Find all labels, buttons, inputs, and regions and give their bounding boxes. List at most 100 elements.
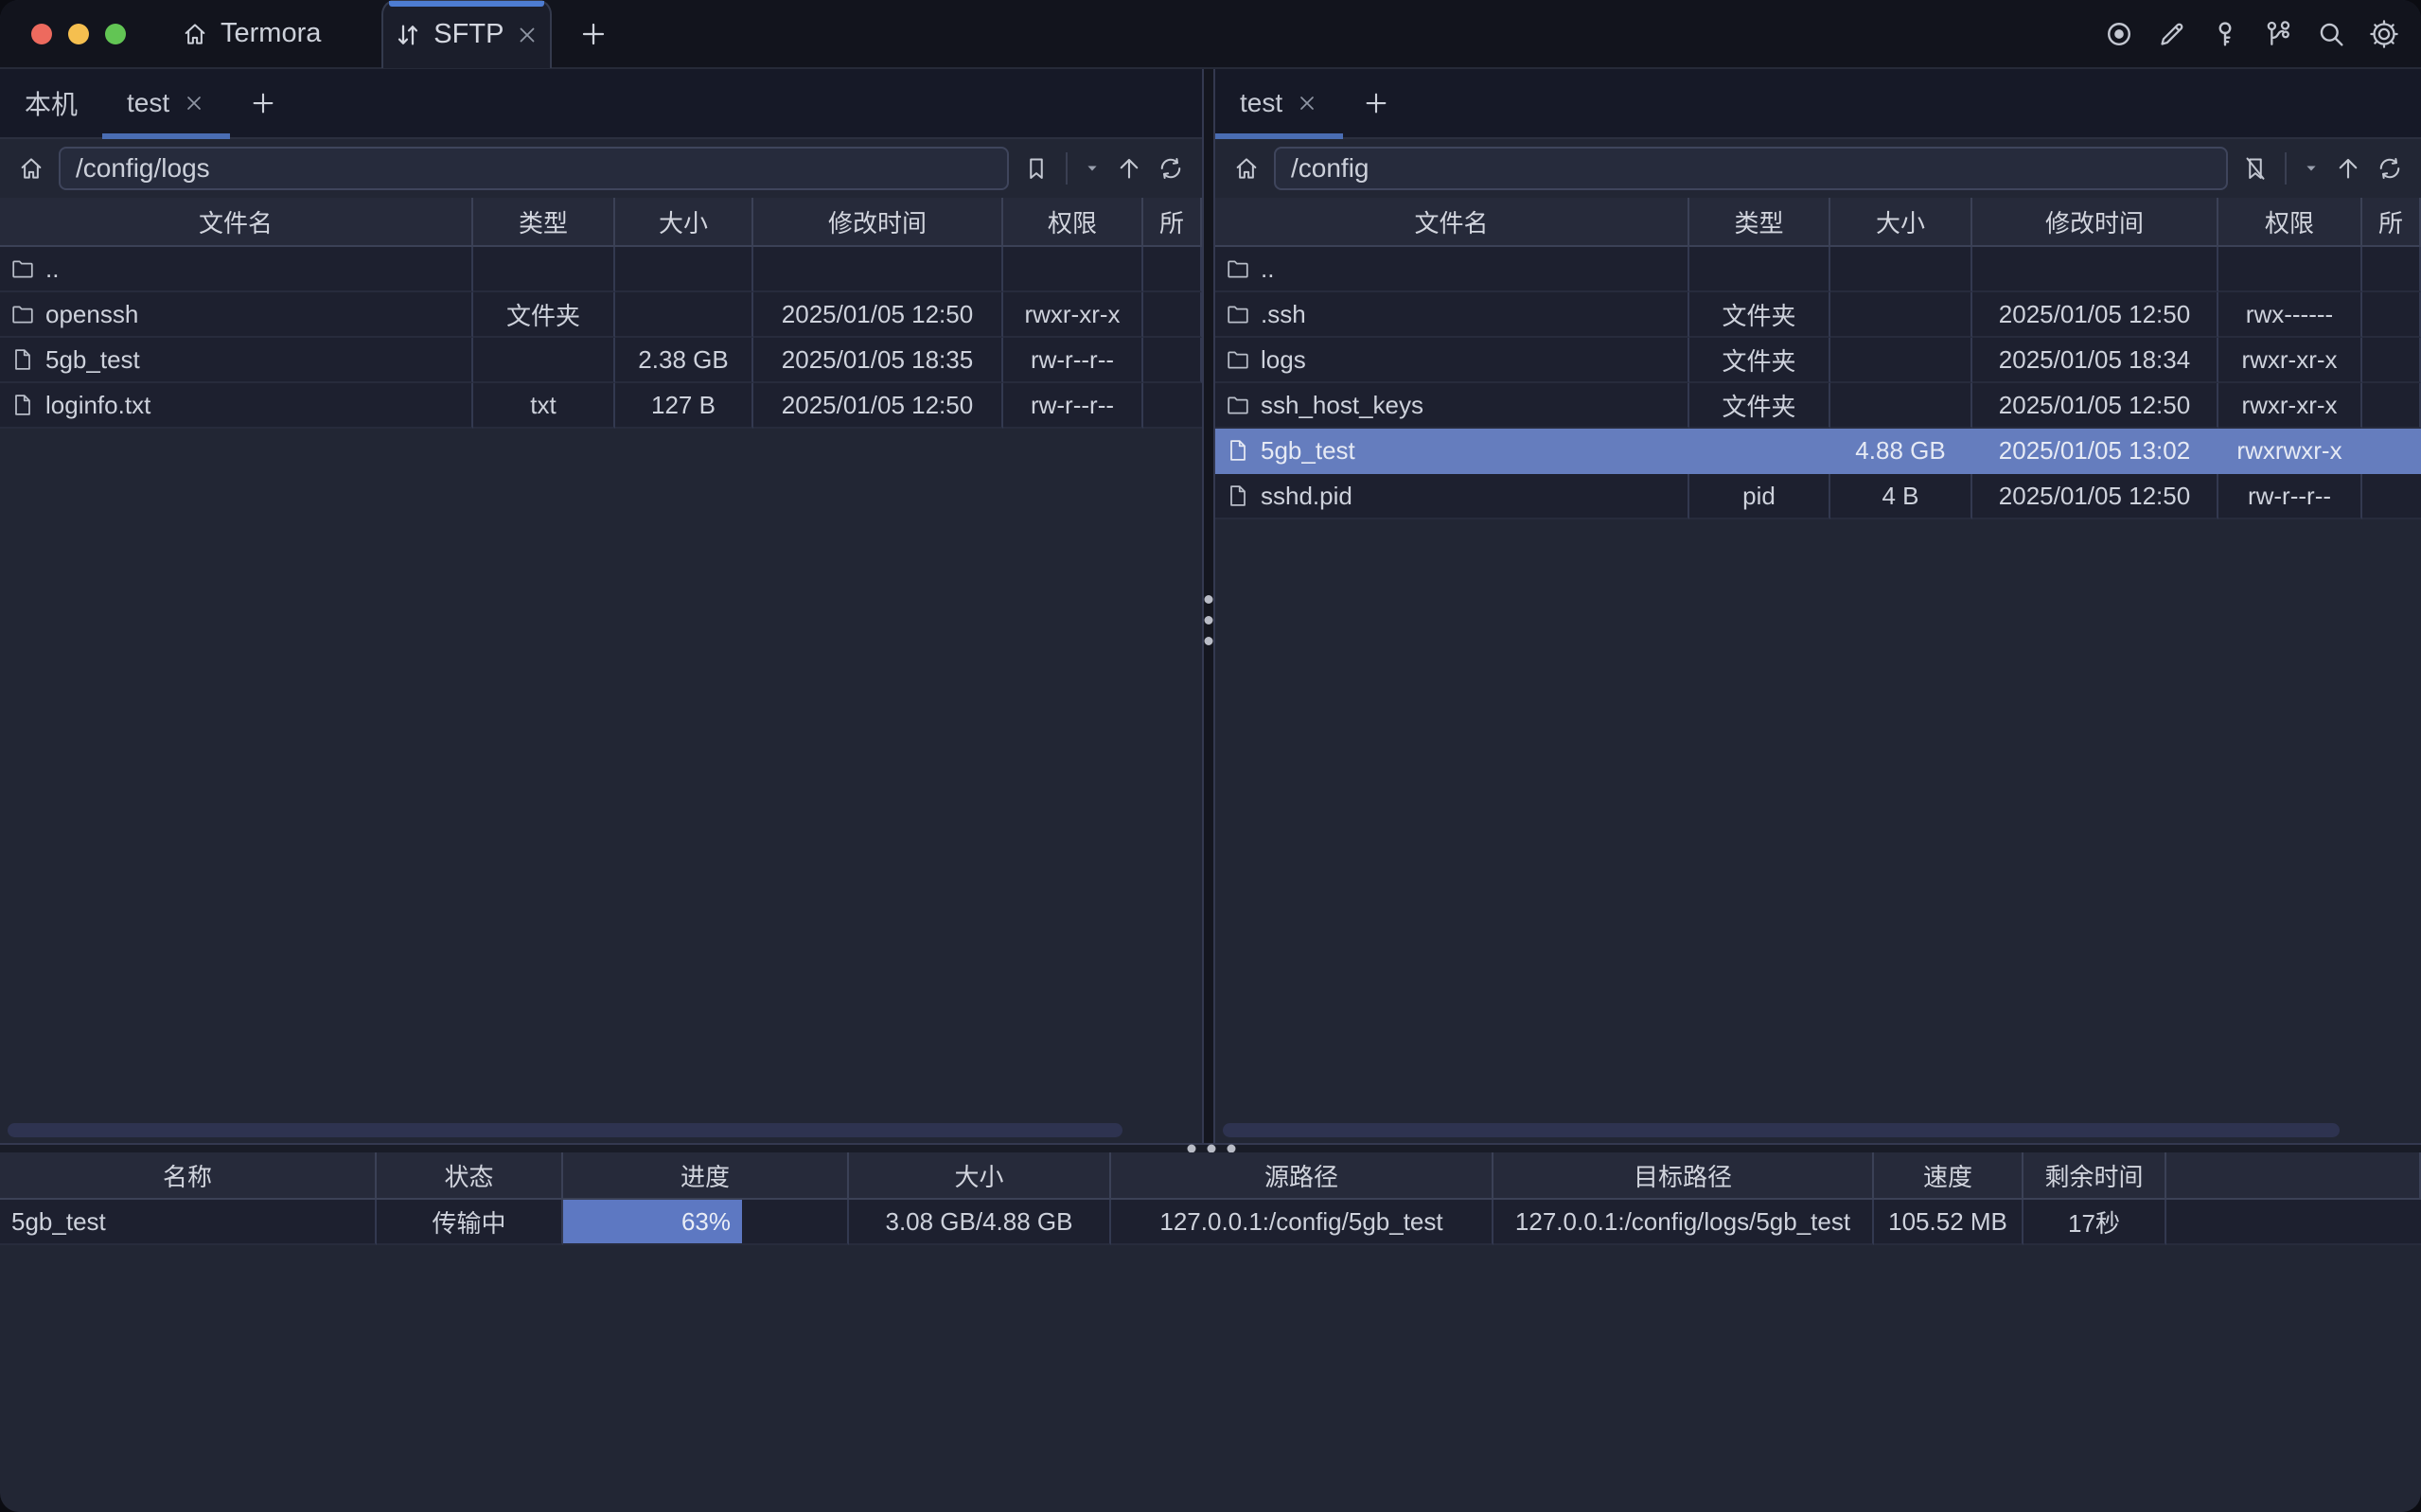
file-size[interactable]: 127 B	[615, 383, 753, 429]
table-row[interactable]: ..	[1215, 247, 1689, 292]
file-type[interactable]	[473, 338, 615, 383]
file-size[interactable]	[615, 292, 753, 338]
file-type[interactable]: 文件夹	[1689, 338, 1830, 383]
file-size[interactable]	[1830, 383, 1972, 429]
keychain-icon[interactable]	[2262, 18, 2294, 50]
tab-test-right[interactable]: test	[1215, 69, 1343, 137]
bookmark-off-icon[interactable]	[2241, 154, 2270, 183]
file-permissions[interactable]: rw-r--r--	[1003, 383, 1143, 429]
file-owner[interactable]	[2362, 292, 2421, 338]
tab-test-left[interactable]: test	[102, 69, 230, 137]
file-size[interactable]	[1830, 247, 1972, 292]
edit-icon[interactable]	[2156, 18, 2188, 50]
file-permissions[interactable]: rwxr-xr-x	[1003, 292, 1143, 338]
zoom-window-button[interactable]	[105, 24, 126, 44]
column-header-owner[interactable]: 所	[2362, 198, 2421, 247]
file-owner[interactable]	[2362, 474, 2421, 519]
key-icon[interactable]	[2209, 18, 2241, 50]
file-size[interactable]	[1830, 292, 1972, 338]
right-horizontal-scrollbar[interactable]	[1223, 1123, 2340, 1137]
table-row[interactable]: 5gb_test	[0, 338, 473, 383]
file-owner[interactable]	[1143, 247, 1202, 292]
transfer-column-source[interactable]: 源路径	[1111, 1152, 1493, 1200]
file-size[interactable]: 4.88 GB	[1830, 429, 1972, 474]
table-row[interactable]: openssh	[0, 292, 473, 338]
file-permissions[interactable]: rwx------	[2218, 292, 2362, 338]
file-size[interactable]: 2.38 GB	[615, 338, 753, 383]
tab-sftp-close-button[interactable]	[515, 23, 539, 47]
file-type[interactable]: txt	[473, 383, 615, 429]
file-type[interactable]: 文件夹	[1689, 383, 1830, 429]
go-up-icon[interactable]	[2334, 154, 2362, 183]
settings-gear-icon[interactable]	[2368, 18, 2400, 50]
transfer-column-size[interactable]: 大小	[849, 1152, 1111, 1200]
column-header-name[interactable]: 文件名	[1215, 198, 1689, 247]
file-modified[interactable]: 2025/01/05 12:50	[1972, 474, 2218, 519]
column-header-size[interactable]: 大小	[615, 198, 753, 247]
file-permissions[interactable]: rwxr-xr-x	[2218, 383, 2362, 429]
file-size[interactable]: 4 B	[1830, 474, 1972, 519]
table-row[interactable]: .ssh	[1215, 292, 1689, 338]
file-permissions[interactable]: rw-r--r--	[2218, 474, 2362, 519]
new-window-tab-button[interactable]	[578, 19, 609, 49]
file-type[interactable]: 文件夹	[1689, 292, 1830, 338]
home-icon[interactable]	[17, 154, 45, 183]
tab-test-right-close-button[interactable]	[1296, 92, 1318, 114]
file-modified[interactable]: 2025/01/05 12:50	[1972, 292, 2218, 338]
file-modified[interactable]: 2025/01/05 18:35	[753, 338, 1003, 383]
transfer-column-target[interactable]: 目标路径	[1493, 1152, 1874, 1200]
transfer-splitter-horizontal[interactable]	[0, 1143, 2421, 1152]
file-modified[interactable]: 2025/01/05 12:50	[1972, 383, 2218, 429]
file-type[interactable]	[1689, 429, 1830, 474]
file-owner[interactable]	[1143, 383, 1202, 429]
transfer-row-name[interactable]: 5gb_test	[0, 1200, 377, 1245]
pane-splitter-vertical[interactable]	[1202, 69, 1215, 1143]
column-header-size[interactable]: 大小	[1830, 198, 1972, 247]
file-permissions[interactable]	[1003, 247, 1143, 292]
file-owner[interactable]	[1143, 338, 1202, 383]
file-permissions[interactable]: rwxrwxr-x	[2218, 429, 2362, 474]
transfer-column-speed[interactable]: 速度	[1874, 1152, 2023, 1200]
column-header-name[interactable]: 文件名	[0, 198, 473, 247]
record-icon[interactable]	[2103, 18, 2135, 50]
file-permissions[interactable]	[2218, 247, 2362, 292]
file-permissions[interactable]: rw-r--r--	[1003, 338, 1143, 383]
file-modified[interactable]: 2025/01/05 12:50	[753, 292, 1003, 338]
refresh-icon[interactable]	[1157, 154, 1185, 183]
minimize-window-button[interactable]	[68, 24, 89, 44]
file-type[interactable]	[1689, 247, 1830, 292]
column-header-type[interactable]: 类型	[1689, 198, 1830, 247]
go-up-icon[interactable]	[1115, 154, 1143, 183]
right-new-tab-button[interactable]	[1343, 69, 1409, 137]
column-header-permissions[interactable]: 权限	[1003, 198, 1143, 247]
file-modified[interactable]	[1972, 247, 2218, 292]
chevron-down-icon[interactable]	[1083, 159, 1102, 178]
table-row-selected[interactable]: 5gb_test	[1215, 429, 1689, 474]
file-modified[interactable]: 2025/01/05 12:50	[753, 383, 1003, 429]
transfer-column-name[interactable]: 名称	[0, 1152, 377, 1200]
table-row[interactable]: loginfo.txt	[0, 383, 473, 429]
tab-test-left-close-button[interactable]	[183, 92, 205, 114]
transfer-column-status[interactable]: 状态	[377, 1152, 563, 1200]
right-path-input[interactable]	[1274, 147, 2228, 190]
table-row[interactable]: sshd.pid	[1215, 474, 1689, 519]
column-header-modified[interactable]: 修改时间	[1972, 198, 2218, 247]
table-row[interactable]: ..	[0, 247, 473, 292]
file-owner[interactable]	[2362, 383, 2421, 429]
file-modified[interactable]	[753, 247, 1003, 292]
file-size[interactable]	[1830, 338, 1972, 383]
column-header-permissions[interactable]: 权限	[2218, 198, 2362, 247]
left-new-tab-button[interactable]	[230, 69, 296, 137]
left-horizontal-scrollbar[interactable]	[8, 1123, 1122, 1137]
left-path-input[interactable]	[59, 147, 1009, 190]
file-owner[interactable]	[2362, 429, 2421, 474]
file-permissions[interactable]: rwxr-xr-x	[2218, 338, 2362, 383]
file-type[interactable]	[473, 247, 615, 292]
column-header-modified[interactable]: 修改时间	[753, 198, 1003, 247]
bookmark-icon[interactable]	[1022, 154, 1051, 183]
file-type[interactable]: 文件夹	[473, 292, 615, 338]
column-header-type[interactable]: 类型	[473, 198, 615, 247]
refresh-icon[interactable]	[2376, 154, 2404, 183]
file-size[interactable]	[615, 247, 753, 292]
column-header-owner[interactable]: 所	[1143, 198, 1202, 247]
